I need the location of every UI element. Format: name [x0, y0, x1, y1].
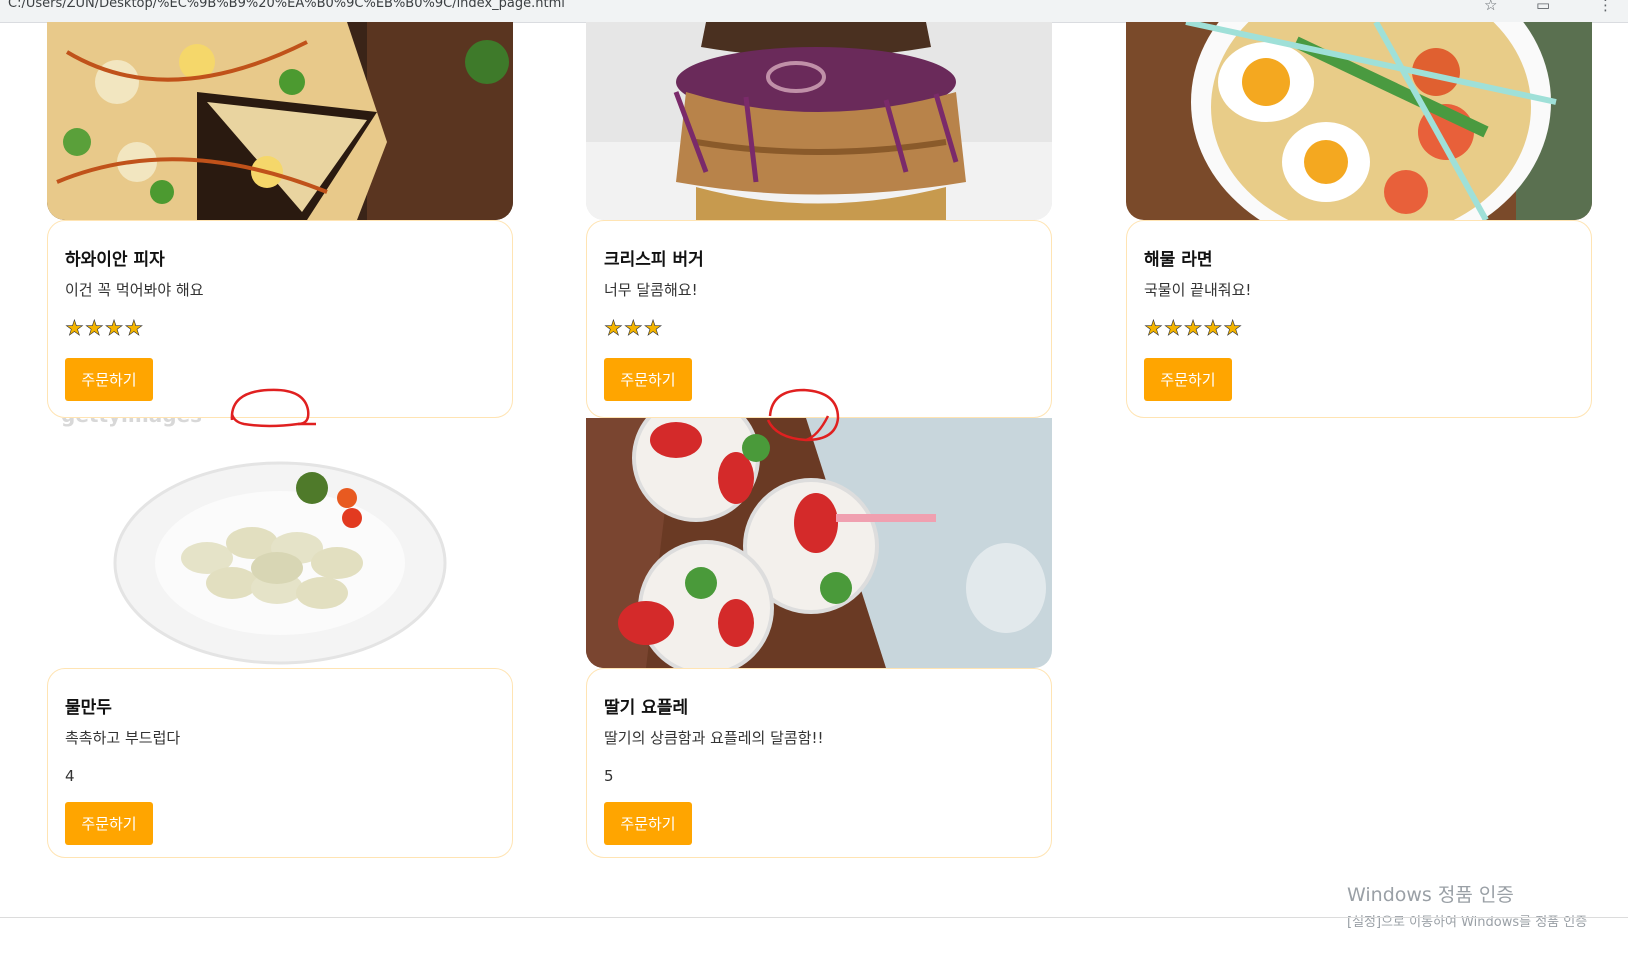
- card-description: 촉촉하고 부드럽다: [65, 729, 181, 747]
- card-body: 물만두 촉촉하고 부드럽다 4 주문하기: [47, 668, 513, 858]
- card-title: 하와이안 피자: [65, 250, 165, 270]
- watermark-subtitle: [설정]으로 이동하여 Windows를 정품 인증: [1347, 915, 1588, 930]
- strawberry-parfait-image: [586, 418, 1052, 668]
- window-icon[interactable]: ▭: [1536, 0, 1550, 14]
- burger-image: [586, 22, 1052, 220]
- card-body: 딸기 요플레 딸기의 상큼함과 요플레의 달콤함!! 5 주문하기: [586, 668, 1052, 858]
- order-button[interactable]: 주문하기: [1144, 358, 1232, 401]
- rating-value: 5: [604, 767, 614, 785]
- footer-divider: [0, 917, 1628, 918]
- card-description: 딸기의 상큼함과 요플레의 달콤함!!: [604, 729, 824, 747]
- star-rating: ★★★: [604, 316, 664, 341]
- star-rating: ★★★★: [65, 316, 145, 341]
- order-button[interactable]: 주문하기: [604, 358, 692, 401]
- card-title: 물만두: [65, 698, 112, 718]
- dumpling-image: gettyimages: [47, 418, 513, 668]
- watermark-title: Windows 정품 인증: [1347, 884, 1514, 906]
- order-button[interactable]: 주문하기: [65, 358, 153, 401]
- address-text[interactable]: C:/Users/ZUN/Desktop/%EC%9B%B9%20%EA%B0%…: [0, 0, 1508, 14]
- order-button[interactable]: 주문하기: [604, 802, 692, 845]
- card-body: 하와이안 피자 이건 꼭 먹어봐야 해요 ★★★★ 주문하기: [47, 220, 513, 418]
- order-button[interactable]: 주문하기: [65, 802, 153, 845]
- star-bookmark-icon[interactable]: ☆: [1484, 0, 1497, 14]
- browser-address-bar: C:/Users/ZUN/Desktop/%EC%9B%B9%20%EA%B0%…: [0, 0, 1628, 23]
- card-title: 딸기 요플레: [604, 698, 689, 718]
- windows-activation-watermark: Windows 정품 인증 [설정]으로 이동하여 Windows를 정품 인증: [1347, 880, 1587, 930]
- card-description: 이건 꼭 먹어봐야 해요: [65, 281, 204, 299]
- ramen-image: [1126, 22, 1592, 220]
- svg-text:gettyimages: gettyimages: [61, 418, 202, 427]
- card-body: 해물 라면 국물이 끝내줘요! ★★★★★ 주문하기: [1126, 220, 1592, 418]
- menu-icon[interactable]: ⋮: [1598, 0, 1613, 14]
- rating-value: 4: [65, 767, 75, 785]
- star-rating: ★★★★★: [1144, 316, 1244, 341]
- pizza-image: [47, 22, 513, 220]
- card-title: 크리스피 버거: [604, 250, 704, 270]
- card-title: 해물 라면: [1144, 250, 1213, 270]
- card-description: 국물이 끝내줘요!: [1144, 281, 1252, 299]
- card-description: 너무 달콤해요!: [604, 281, 698, 299]
- card-body: 크리스피 버거 너무 달콤해요! ★★★ 주문하기: [586, 220, 1052, 418]
